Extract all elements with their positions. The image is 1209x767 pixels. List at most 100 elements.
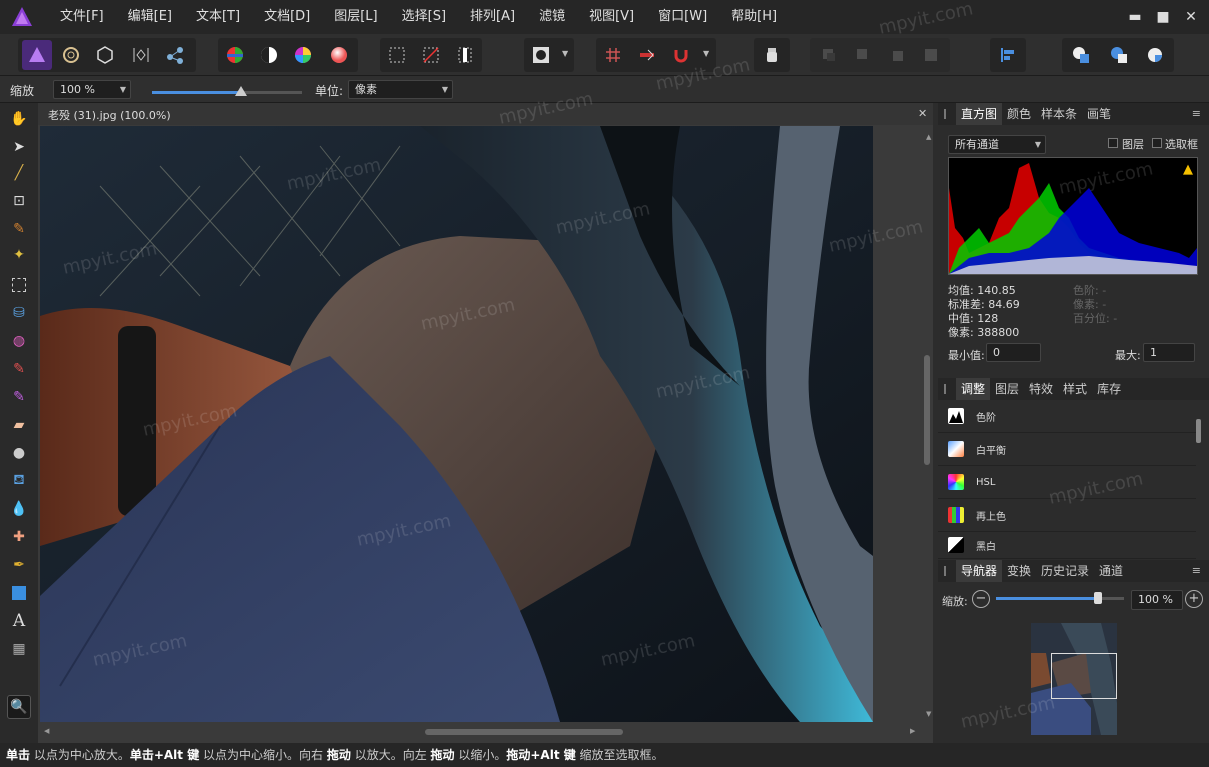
dodge-tool[interactable]: ● xyxy=(7,441,31,465)
adjust-item-white-balance[interactable]: 白平衡 xyxy=(938,433,1196,466)
tab-adjustments[interactable]: 调整 xyxy=(956,378,991,400)
close-window-button[interactable]: ✕ xyxy=(1182,8,1200,26)
liquify-persona-button[interactable] xyxy=(56,40,86,70)
paint-brush-tool[interactable]: ✎ xyxy=(7,357,31,381)
zoom-in-icon[interactable]: + xyxy=(1185,590,1203,608)
gradient-tool[interactable]: ◍ xyxy=(7,329,31,353)
blur-tool[interactable]: 💧 xyxy=(7,497,31,521)
erase-tool[interactable]: ▰ xyxy=(7,413,31,437)
guides-button[interactable] xyxy=(632,40,662,70)
text-tool[interactable]: A xyxy=(7,609,31,633)
navigator-preview[interactable] xyxy=(1031,623,1117,735)
invert-selection-button[interactable] xyxy=(450,40,480,70)
snapping-dropdown-icon[interactable]: ▼ xyxy=(703,49,709,58)
tab-history[interactable]: 历史记录 xyxy=(1036,560,1094,582)
menu-layer[interactable]: 图层[L] xyxy=(322,0,389,34)
navigator-zoom-input[interactable]: 100 % xyxy=(1131,590,1183,610)
white-balance-button[interactable] xyxy=(324,40,354,70)
tab-swatches[interactable]: 样本条 xyxy=(1036,103,1082,125)
assistant-button[interactable] xyxy=(757,40,787,70)
tab-effects[interactable]: 特效 xyxy=(1024,378,1058,400)
color-picker-tool[interactable]: ╱ xyxy=(7,161,31,185)
mask-dropdown-icon[interactable]: ▼ xyxy=(562,49,568,58)
panel-grip[interactable] xyxy=(944,566,946,576)
tab-color[interactable]: 颜色 xyxy=(1002,103,1036,125)
menu-select[interactable]: 选择[S] xyxy=(390,0,458,34)
color-replace-tool[interactable]: ✎ xyxy=(7,385,31,409)
move-back-one-button[interactable] xyxy=(848,40,878,70)
menu-file[interactable]: 文件[F] xyxy=(48,0,116,34)
adjust-item-hsl[interactable]: HSL xyxy=(938,466,1196,499)
healing-tool[interactable]: ✚ xyxy=(7,525,31,549)
crop-tool[interactable]: ⊡ xyxy=(7,189,31,213)
horizontal-scrollbar-thumb[interactable] xyxy=(425,729,623,735)
navigator-zoom-handle[interactable] xyxy=(1094,592,1103,604)
document-tab[interactable]: 老殁 (31).jpg (100.0%) ✕ xyxy=(38,103,933,125)
vertical-scrollbar-thumb[interactable] xyxy=(924,355,930,465)
layer-checkbox[interactable] xyxy=(1108,138,1118,148)
menu-text[interactable]: 文本[T] xyxy=(184,0,252,34)
quick-mask-button[interactable] xyxy=(526,40,556,70)
scroll-down-icon[interactable]: ▼ xyxy=(926,710,931,718)
snapping-button[interactable] xyxy=(666,40,696,70)
develop-persona-button[interactable] xyxy=(90,40,120,70)
menu-filters[interactable]: 滤镜 xyxy=(527,0,577,34)
hand-tool[interactable]: ✋ xyxy=(7,107,31,131)
affinity-photo-logo-icon[interactable] xyxy=(10,5,34,29)
min-input[interactable]: 0 xyxy=(986,343,1041,362)
navigator-view-box[interactable] xyxy=(1051,653,1117,699)
grid-button[interactable] xyxy=(598,40,628,70)
hsl-button[interactable] xyxy=(288,40,318,70)
align-button[interactable] xyxy=(993,40,1023,70)
tab-styles[interactable]: 样式 xyxy=(1058,378,1092,400)
adjust-scrollbar-thumb[interactable] xyxy=(1196,419,1201,443)
zoom-tool[interactable]: 🔍 xyxy=(7,695,31,719)
deselect-button[interactable] xyxy=(416,40,446,70)
tab-brushes[interactable]: 画笔 xyxy=(1082,103,1116,125)
marquee-checkbox[interactable] xyxy=(1152,138,1162,148)
shape-tool[interactable] xyxy=(7,581,31,605)
panel-menu-icon[interactable]: ≡ xyxy=(1192,107,1201,120)
move-to-front-button[interactable] xyxy=(916,40,946,70)
marquee-tool[interactable] xyxy=(7,273,31,297)
menu-help[interactable]: 帮助[H] xyxy=(719,0,789,34)
tab-histogram[interactable]: 直方图 xyxy=(956,103,1003,125)
panel-grip[interactable] xyxy=(944,384,946,394)
fill-tool[interactable]: ⛁ xyxy=(7,301,31,325)
tab-stock[interactable]: 库存 xyxy=(1092,378,1126,400)
tab-channels[interactable]: 通道 xyxy=(1094,560,1128,582)
pen-tool[interactable]: ✒ xyxy=(7,553,31,577)
menu-arrange[interactable]: 排列[A] xyxy=(458,0,527,34)
max-input[interactable]: 1 xyxy=(1143,343,1195,362)
photo-persona-button[interactable] xyxy=(22,40,52,70)
subtract-boolean-button[interactable] xyxy=(1104,40,1134,70)
mesh-warp-tool[interactable]: ▦ xyxy=(7,637,31,661)
move-to-back-button[interactable] xyxy=(814,40,844,70)
unit-combo[interactable]: 像素 ▼ xyxy=(348,80,453,99)
contrast-button[interactable] xyxy=(254,40,284,70)
export-persona-button[interactable] xyxy=(160,40,190,70)
zoom-out-icon[interactable]: − xyxy=(972,590,990,608)
add-boolean-button[interactable] xyxy=(1066,40,1096,70)
minimize-button[interactable]: ▬ xyxy=(1126,8,1144,26)
scroll-up-icon[interactable]: ▲ xyxy=(926,133,931,141)
adjust-item-black-white[interactable]: 黑白 xyxy=(938,532,1196,559)
adjust-item-levels[interactable]: 色阶 xyxy=(938,400,1196,433)
flood-select-tool[interactable]: ✦ xyxy=(7,243,31,267)
close-document-button[interactable]: ✕ xyxy=(918,107,927,120)
tab-transform[interactable]: 变换 xyxy=(1002,560,1036,582)
tab-navigator[interactable]: 导航器 xyxy=(956,560,1003,582)
photo-canvas[interactable] xyxy=(40,126,873,722)
channel-select[interactable]: 所有通道 ▼ xyxy=(948,135,1046,154)
adjust-item-recolor[interactable]: 再上色 xyxy=(938,499,1196,532)
menu-document[interactable]: 文档[D] xyxy=(252,0,322,34)
scroll-right-icon[interactable]: ▶ xyxy=(910,727,915,735)
selection-brush-tool[interactable]: ✎ xyxy=(7,217,31,241)
tone-mapping-persona-button[interactable] xyxy=(126,40,156,70)
maximize-button[interactable]: ■ xyxy=(1154,8,1172,26)
panel-menu-icon[interactable]: ≡ xyxy=(1192,564,1201,577)
clone-tool[interactable]: ⛾ xyxy=(7,469,31,493)
zoom-combo[interactable]: 100 % ▼ xyxy=(53,80,131,99)
menu-edit[interactable]: 编辑[E] xyxy=(116,0,184,34)
intersect-boolean-button[interactable] xyxy=(1140,40,1170,70)
